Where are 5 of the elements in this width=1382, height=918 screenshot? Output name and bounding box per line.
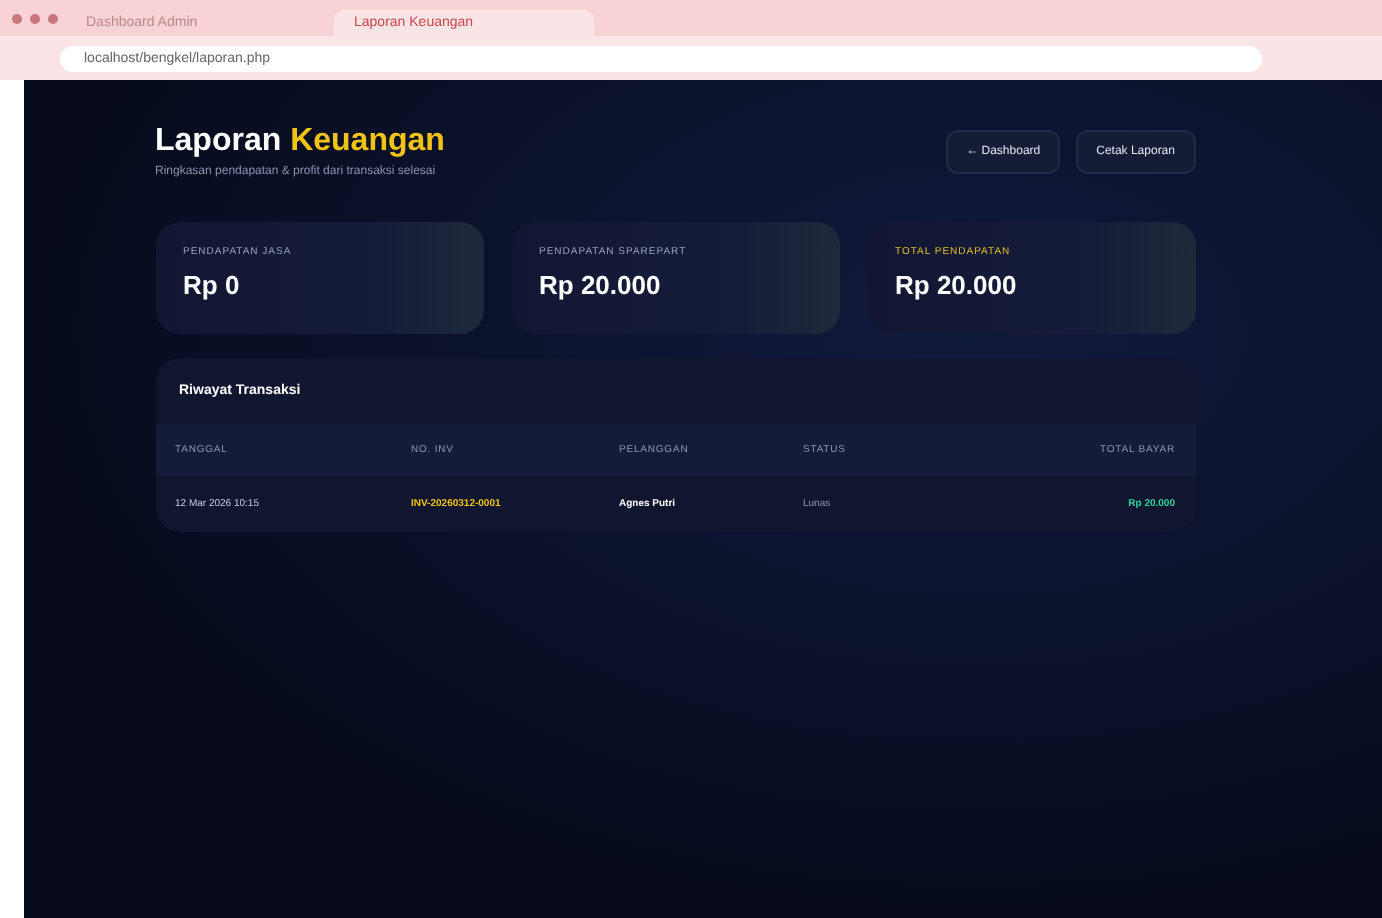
- page-title: Laporan Keuangan: [155, 124, 445, 160]
- stat-value: Rp 20.000: [539, 270, 663, 300]
- window-controls-icon[interactable]: [12, 13, 58, 23]
- stat-value: Rp 0: [183, 270, 242, 300]
- stat-value: Rp 20.000: [895, 270, 1019, 300]
